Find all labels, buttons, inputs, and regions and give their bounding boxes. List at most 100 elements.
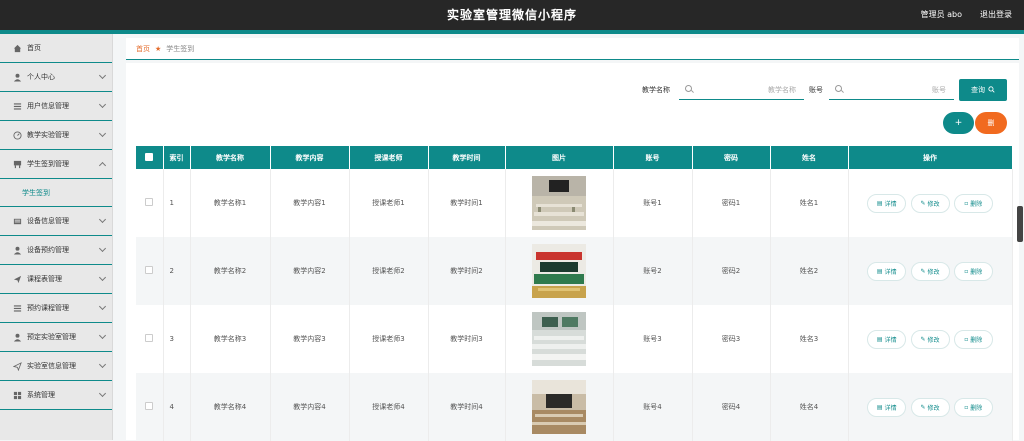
edit-button[interactable]: ✎ 修改 bbox=[910, 397, 950, 417]
cell-content: 教学内容1 bbox=[270, 169, 350, 237]
cell-teacher: 授课老师3 bbox=[349, 305, 429, 373]
chevron-down-icon bbox=[98, 331, 107, 340]
sidebar-item-label: 设备预约管理 bbox=[27, 246, 69, 254]
query-button[interactable]: 查询 bbox=[959, 79, 1007, 101]
cell-image bbox=[505, 237, 614, 305]
sidebar-item-label: 学生签到管理 bbox=[27, 160, 69, 168]
edit-button[interactable]: ✎ 修改 bbox=[910, 193, 950, 213]
sidebar-item-label: 课程表管理 bbox=[27, 275, 62, 283]
cell-content: 教学内容4 bbox=[270, 373, 350, 441]
trash-icon: ▫ bbox=[964, 199, 969, 207]
header-image: 图片 bbox=[505, 146, 614, 169]
table-row: 4 教学名称4 教学内容4 授课老师4 教学时间4 账号4 密码4 姓名4 ▤ … bbox=[136, 373, 1013, 441]
sidebar-item-device-booking[interactable]: 设备预约管理 bbox=[0, 236, 112, 265]
sidebar-item-lab-info[interactable]: 实验室信息管理 bbox=[0, 352, 112, 381]
search-name-box bbox=[679, 80, 804, 100]
cell-image bbox=[505, 305, 614, 373]
cell-time: 教学时间2 bbox=[428, 237, 506, 305]
trash-icon: ▫ bbox=[964, 335, 969, 343]
main-panel: 教学名称 账号 查询 + 删 索引 教学名称 教学内容 授课老师 教学时间 图片 bbox=[126, 63, 1019, 441]
delete-button[interactable]: ▫ 删除 bbox=[953, 329, 993, 349]
sidebar-item-profile[interactable]: 个人中心 bbox=[0, 63, 112, 92]
app-title: 实验室管理微信小程序 bbox=[446, 8, 577, 22]
header-account: 账号 bbox=[613, 146, 693, 169]
detail-button[interactable]: ▤ 详情 bbox=[867, 261, 907, 281]
document-icon: ▤ bbox=[876, 403, 883, 411]
document-icon: ▤ bbox=[876, 199, 883, 207]
batch-delete-button[interactable]: 删 bbox=[975, 112, 1007, 134]
document-icon: ▤ bbox=[876, 335, 883, 343]
cell-person: 姓名2 bbox=[770, 237, 849, 305]
delete-button[interactable]: ▫ 删除 bbox=[953, 261, 993, 281]
table-row: 1 教学名称1 教学内容1 授课老师1 教学时间1 账号1 密码1 姓名1 ▤ … bbox=[136, 169, 1013, 237]
sidebar-item-label: 首页 bbox=[27, 44, 41, 52]
detail-button[interactable]: ▤ 详情 bbox=[867, 329, 907, 349]
detail-button[interactable]: ▤ 详情 bbox=[867, 193, 907, 213]
cell-name: 教学名称3 bbox=[190, 305, 271, 373]
row-checkbox[interactable] bbox=[145, 402, 154, 410]
cell-account: 账号1 bbox=[613, 169, 693, 237]
device-icon bbox=[12, 216, 22, 226]
cell-time: 教学时间4 bbox=[428, 373, 506, 441]
delete-label: 删除 bbox=[970, 268, 983, 276]
add-button[interactable]: + bbox=[943, 112, 974, 134]
sidebar-item-checkin[interactable]: 学生签到管理 bbox=[0, 150, 112, 179]
breadcrumb-home[interactable]: 首页 bbox=[136, 44, 150, 54]
breadcrumb: 首页 ★ 学生签到 bbox=[126, 38, 1019, 60]
grid-icon bbox=[12, 390, 22, 400]
cell-index: 3 bbox=[163, 305, 191, 373]
page-scrollbar[interactable] bbox=[1017, 206, 1023, 242]
search-name-input[interactable] bbox=[697, 83, 796, 97]
table-row: 3 教学名称3 教学内容3 授课老师3 教学时间3 账号3 密码3 姓名3 ▤ … bbox=[136, 305, 1013, 373]
sidebar-item-label: 教学实验管理 bbox=[27, 131, 69, 139]
sidebar-item-course-booking[interactable]: 预约课程管理 bbox=[0, 294, 112, 323]
detail-label: 详情 bbox=[884, 268, 897, 276]
select-all-cell bbox=[136, 146, 164, 169]
delete-button[interactable]: ▫ 删除 bbox=[953, 397, 993, 417]
delete-button[interactable]: ▫ 删除 bbox=[953, 193, 993, 213]
select-all-checkbox[interactable] bbox=[145, 152, 154, 161]
pencil-icon: ✎ bbox=[920, 199, 926, 207]
list-icon bbox=[12, 101, 22, 111]
row-checkbox[interactable] bbox=[145, 266, 154, 274]
sidebar-subitem-checkin[interactable]: 学生签到 bbox=[0, 179, 112, 207]
user-icon bbox=[12, 72, 22, 82]
sidebar-item-experiments[interactable]: 教学实验管理 bbox=[0, 121, 112, 150]
sidebar-item-schedule[interactable]: 课程表管理 bbox=[0, 265, 112, 294]
detail-button[interactable]: ▤ 详情 bbox=[867, 397, 907, 417]
row-checkbox[interactable] bbox=[145, 198, 154, 206]
delete-label: 删除 bbox=[970, 336, 983, 344]
search-account-input[interactable] bbox=[847, 83, 946, 97]
logout-link[interactable]: 退出登录 bbox=[980, 9, 1012, 20]
cell-actions: ▤ 详情 ✎ 修改 ▫ 删除 bbox=[848, 237, 1013, 305]
send-icon bbox=[12, 361, 22, 371]
search-icon bbox=[988, 85, 995, 95]
sidebar-item-lab-booking[interactable]: 预定实验室管理 bbox=[0, 323, 112, 352]
edit-button[interactable]: ✎ 修改 bbox=[910, 329, 950, 349]
header-actions: 操作 bbox=[848, 146, 1013, 169]
sidebar-item-devices[interactable]: 设备信息管理 bbox=[0, 207, 112, 236]
admin-label: 管理员 abo bbox=[920, 10, 962, 19]
edit-button[interactable]: ✎ 修改 bbox=[910, 261, 950, 281]
row-checkbox[interactable] bbox=[145, 334, 154, 342]
chevron-down-icon bbox=[98, 273, 107, 282]
edit-label: 修改 bbox=[927, 404, 940, 412]
header-password: 密码 bbox=[692, 146, 771, 169]
data-table: 索引 教学名称 教学内容 授课老师 教学时间 图片 账号 密码 姓名 操作 1 … bbox=[136, 146, 1013, 441]
sidebar-item-system[interactable]: 系统管理 bbox=[0, 381, 112, 410]
pencil-icon: ✎ bbox=[920, 267, 926, 275]
cell-name: 教学名称4 bbox=[190, 373, 271, 441]
delete-label: 删除 bbox=[970, 200, 983, 208]
classroom-thumbnail bbox=[532, 312, 586, 366]
search-icon bbox=[835, 85, 842, 92]
top-bar: 实验室管理微信小程序 管理员 abo 退出登录 bbox=[0, 0, 1024, 30]
cell-teacher: 授课老师4 bbox=[349, 373, 429, 441]
edit-label: 修改 bbox=[927, 200, 940, 208]
sidebar-item-home[interactable]: 首页 bbox=[0, 34, 112, 63]
sidebar-item-users[interactable]: 用户信息管理 bbox=[0, 92, 112, 121]
breadcrumb-separator-icon: ★ bbox=[155, 44, 162, 53]
cell-actions: ▤ 详情 ✎ 修改 ▫ 删除 bbox=[848, 169, 1013, 237]
header-time: 教学时间 bbox=[428, 146, 506, 169]
gauge-icon bbox=[12, 130, 22, 140]
chevron-down-icon bbox=[98, 100, 107, 109]
